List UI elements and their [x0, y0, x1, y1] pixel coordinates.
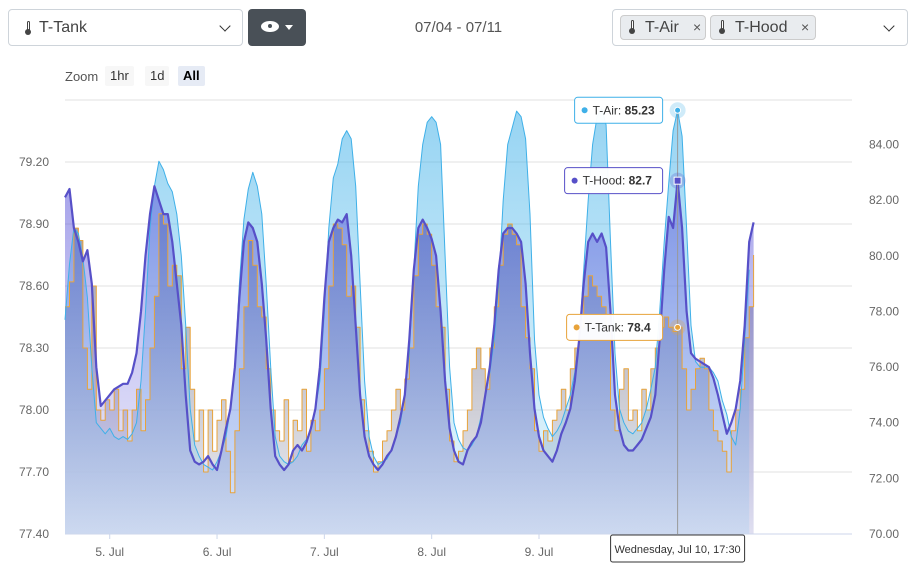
tooltip-swatch [571, 177, 578, 184]
tooltip-text: T-Hood: 82.7 [583, 174, 653, 188]
y-left-tick-label: 77.70 [19, 465, 49, 479]
y-right-tick-label: 82.00 [869, 193, 899, 207]
y-right-tick-label: 76.00 [869, 360, 899, 374]
x-tick-label: 7. Jul [310, 545, 339, 559]
y-left-tick-label: 77.40 [19, 527, 49, 541]
y-right-tick-label: 72.00 [869, 471, 899, 485]
y-right-tick-label: 70.00 [869, 527, 899, 541]
tooltip-marker [674, 106, 682, 114]
tooltip-swatch [581, 107, 588, 114]
x-tick-label: 8. Jul [417, 545, 446, 559]
y-left-tick-label: 78.30 [19, 341, 49, 355]
tooltip-swatch [573, 324, 580, 331]
y-right-tick-label: 78.00 [869, 304, 899, 318]
x-tick-label: 5. Jul [95, 545, 124, 559]
tooltip-marker [674, 323, 682, 331]
tooltip-text: T-Air: 85.23 [593, 103, 655, 117]
temperature-chart[interactable]: 77.40 77.70 78.00 78.30 78.60 78.90 79.20 70.00… [0, 0, 909, 569]
y-left-tick-label: 78.00 [19, 403, 49, 417]
tooltip-text: T-Tank: 78.4 [585, 320, 651, 334]
y-right-tick-label: 80.00 [869, 249, 899, 263]
y-right-tick-label: 84.00 [869, 138, 899, 152]
tooltip-marker [673, 176, 682, 185]
y-left-tick-label: 78.90 [19, 217, 49, 231]
y-left-tick-label: 78.60 [19, 279, 49, 293]
x-tick-label: 9. Jul [525, 545, 554, 559]
x-tick-label: 6. Jul [203, 545, 232, 559]
y-right-tick-label: 74.00 [869, 416, 899, 430]
tooltip-date-label: Wednesday, Jul 10, 17:30 [615, 544, 741, 556]
y-left-tick-label: 79.20 [19, 155, 49, 169]
